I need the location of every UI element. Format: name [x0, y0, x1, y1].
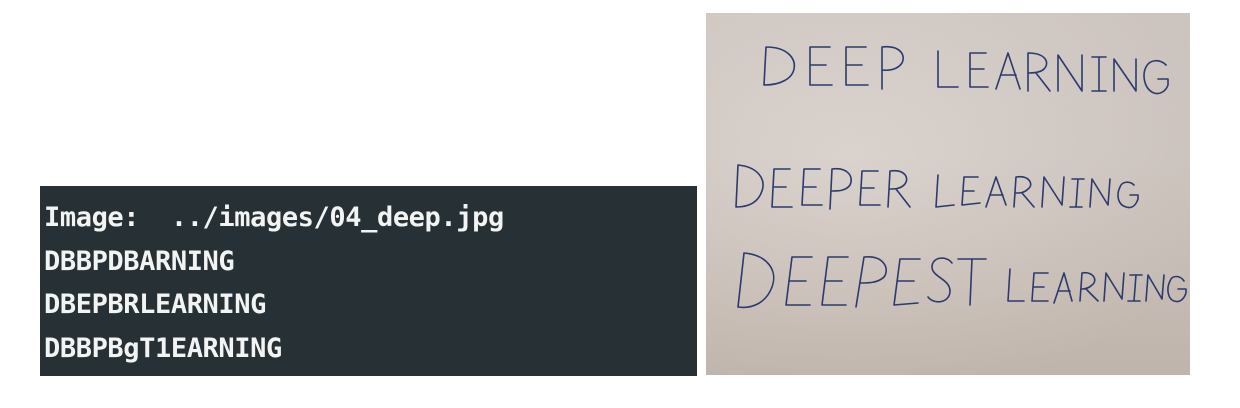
handwritten-line-deeper-learning [735, 164, 1139, 210]
handwritten-line-deep-learning [763, 45, 1169, 95]
terminal-line-ocr-result-2: DBEPBRLEARNING [44, 289, 266, 320]
terminal-line-ocr-result-3: DBBPBgT1EARNING [44, 332, 282, 364]
ocr-output-terminal: Image: ../images/04_deep.jpg DBBPDBARNIN… [40, 186, 697, 376]
handwriting-photo [706, 13, 1190, 375]
terminal-line-image-path: Image: ../images/04_deep.jpg [44, 202, 504, 233]
terminal-line-ocr-result-1: DBBPDBARNING [44, 245, 235, 277]
handwritten-line-deepest-learning [737, 252, 1187, 309]
handwriting-drawing [735, 45, 1187, 309]
